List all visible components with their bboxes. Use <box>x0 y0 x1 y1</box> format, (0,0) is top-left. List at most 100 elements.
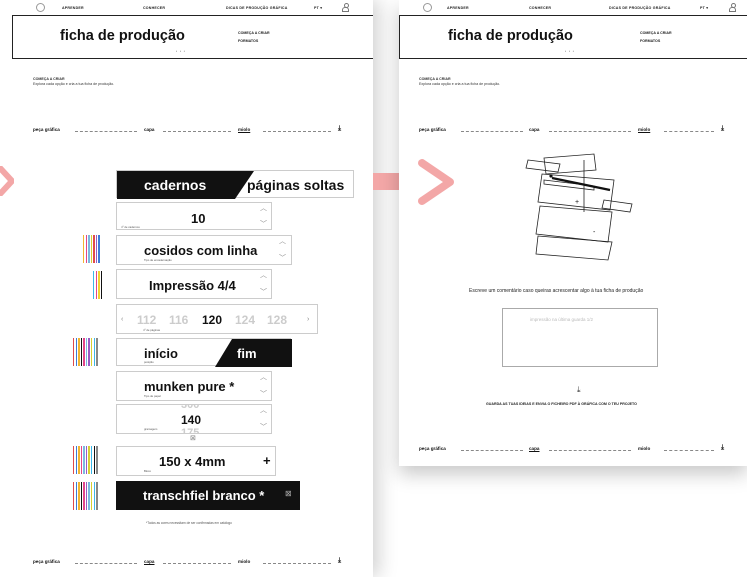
cadernos-stepper[interactable]: 10 nº de cadernos ︿ ﹀ <box>116 202 272 230</box>
bottom-tabs: peça gráfica capa miolo ⤓ <box>33 557 348 567</box>
binding-select[interactable]: cosidos com linha Tipo de encadernação ︿… <box>116 235 292 265</box>
chevron-left-icon[interactable]: ‹ <box>121 316 123 323</box>
tab-peca-grafica[interactable]: peça gráfica <box>419 127 446 132</box>
transition-arrow-bar <box>373 173 399 190</box>
nav-conhecer[interactable]: CONHECER <box>143 6 165 10</box>
tab-capa[interactable]: capa <box>529 127 539 132</box>
pages-option[interactable]: 124 <box>235 313 255 327</box>
position-toggle[interactable]: início posição fim <box>116 338 292 367</box>
nav-dicas[interactable]: DICAS DE PRODUÇÃO GRÁFICA <box>609 6 671 10</box>
binding-toggle[interactable]: cadernos páginas soltas <box>116 170 354 199</box>
endpaper-select[interactable]: transchfiel branco * ⊠ <box>116 481 300 510</box>
pages-option[interactable]: 112 <box>137 313 156 327</box>
chevron-down-icon[interactable]: ﹀ <box>260 289 267 296</box>
bottom-tabs: peça gráfica capa miolo ⤓ <box>419 444 734 454</box>
download-icon[interactable]: ⤓ <box>338 125 341 133</box>
download-icon[interactable]: ⤓ <box>721 444 724 452</box>
page-title: ficha de produção <box>60 28 185 44</box>
language-select[interactable]: PT ▾ <box>700 6 708 10</box>
chevron-down-icon[interactable]: ﹀ <box>260 221 267 228</box>
footnote: *Todos as cores necessitam de ser confir… <box>146 521 232 525</box>
print-value: Impressão 4/4 <box>149 278 236 293</box>
intro-text: Explora cada opção e cria a tua ficha de… <box>33 82 115 86</box>
tab-capa[interactable]: capa <box>144 127 154 132</box>
chevron-down-icon[interactable]: ﹀ <box>279 255 286 262</box>
right-page: APRENDER CONHECER DICAS DE PRODUÇÃO GRÁF… <box>399 0 747 466</box>
header: ficha de produção COMEÇA A CRIAR FORMATO… <box>399 15 747 59</box>
arrow-right-icon <box>418 159 454 205</box>
chevron-up-icon[interactable]: ︿ <box>260 374 267 381</box>
plus-icon[interactable]: + <box>263 453 271 468</box>
user-icon[interactable] <box>342 3 349 12</box>
move-icon[interactable]: ⊠ <box>190 434 196 442</box>
nav-dicas[interactable]: DICAS DE PRODUÇÃO GRÁFICA <box>226 6 288 10</box>
user-icon[interactable] <box>729 3 736 12</box>
pages-option[interactable]: 116 <box>169 313 188 327</box>
pages-selector[interactable]: ‹ 112 116 120 124 128 nº de páginas › <box>116 304 318 334</box>
download-icon[interactable]: ⤓ <box>721 125 724 133</box>
menu-comeca[interactable]: COMEÇA A CRIAR <box>640 31 672 35</box>
top-nav: APRENDER CONHECER DICAS DE PRODUÇÃO GRÁF… <box>399 0 747 15</box>
position-color-stripes <box>73 338 98 366</box>
nav-conhecer[interactable]: CONHECER <box>529 6 551 10</box>
left-page: APRENDER CONHECER DICAS DE PRODUÇÃO GRÁF… <box>0 0 373 577</box>
header-dots: • • • <box>176 49 186 53</box>
binding-caption: Tipo de encadernação <box>144 258 172 262</box>
print-color-stripes <box>93 271 103 299</box>
tab-capa[interactable]: capa <box>144 559 154 564</box>
move-icon[interactable]: ⊠ <box>285 489 292 498</box>
download-icon[interactable]: ⤓ <box>338 557 341 565</box>
print-select[interactable]: Impressão 4/4 ︿ ﹀ <box>116 269 272 299</box>
chevron-up-icon[interactable]: ︿ <box>260 205 267 212</box>
tab-capa[interactable]: capa <box>529 446 539 451</box>
svg-text:+: + <box>575 199 579 206</box>
language-select[interactable]: PT ▾ <box>314 6 322 10</box>
format-input[interactable]: 150 x 4mm Bloco + <box>116 446 276 476</box>
endpaper-color-stripes <box>73 482 98 510</box>
tab-miolo[interactable]: miolo <box>638 127 650 132</box>
menu-comeca[interactable]: COMEÇA A CRIAR <box>238 31 270 35</box>
toggle-cadernos[interactable]: cadernos <box>144 177 206 193</box>
chevron-up-icon[interactable]: ︿ <box>260 407 267 414</box>
pages-option[interactable]: 128 <box>267 313 287 327</box>
paper-caption: Tipo de papel <box>144 394 161 398</box>
chevron-up-icon[interactable]: ︿ <box>260 272 267 279</box>
intro-text: Explora cada opção e cria a tua ficha de… <box>419 82 501 86</box>
grammage-select[interactable]: 300 140 175 gramagem ︿ ﹀ <box>116 404 272 434</box>
save-download-icon[interactable]: ⤓ <box>577 385 581 395</box>
tab-peca-grafica[interactable]: peça gráfica <box>33 559 60 564</box>
svg-text:-: - <box>593 229 596 236</box>
grammage-caption: gramagem <box>144 427 158 431</box>
format-color-stripes <box>73 446 98 474</box>
comment-placeholder: impressão na última guarda 1/2 <box>530 317 594 322</box>
chevron-right-icon[interactable]: › <box>307 316 309 323</box>
tabs: peça gráfica capa miolo ⤓ <box>33 125 348 135</box>
tab-miolo[interactable]: miolo <box>238 127 250 132</box>
chevron-up-icon[interactable]: ︿ <box>279 238 286 245</box>
menu-formatos[interactable]: FORMATOS <box>238 39 258 43</box>
toggle-fim[interactable]: fim <box>237 346 257 361</box>
nav-aprender[interactable]: APRENDER <box>62 6 84 10</box>
page-title: ficha de produção <box>448 28 573 44</box>
toggle-paginas-soltas[interactable]: páginas soltas <box>247 177 344 193</box>
toggle-inicio[interactable]: início <box>144 346 178 361</box>
menu-formatos[interactable]: FORMATOS <box>640 39 660 43</box>
logo-icon[interactable] <box>423 3 432 12</box>
chevron-down-icon[interactable]: ﹀ <box>260 424 267 431</box>
comment-textarea[interactable]: impressão na última guarda 1/2 <box>502 308 658 367</box>
save-button[interactable]: GUARDA AS TUAS IDEIAS E ENVIA O FICHEIRO… <box>486 402 637 406</box>
format-caption: Bloco <box>144 469 151 473</box>
tab-miolo[interactable]: miolo <box>638 446 650 451</box>
nav-aprender[interactable]: APRENDER <box>447 6 469 10</box>
grammage-prev: 300 <box>181 404 200 411</box>
chevron-down-icon[interactable]: ﹀ <box>260 391 267 398</box>
format-value: 150 x 4mm <box>159 454 226 469</box>
book-illustration: + - <box>525 153 633 261</box>
paper-select[interactable]: munken pure * Tipo de papel ︿ ﹀ <box>116 371 272 401</box>
pages-option-selected[interactable]: 120 <box>202 313 222 327</box>
tab-peca-grafica[interactable]: peça gráfica <box>33 127 60 132</box>
tab-miolo[interactable]: miolo <box>238 559 250 564</box>
tab-peca-grafica[interactable]: peça gráfica <box>419 446 446 451</box>
logo-icon[interactable] <box>36 3 45 12</box>
binding-value: cosidos com linha <box>144 243 258 258</box>
